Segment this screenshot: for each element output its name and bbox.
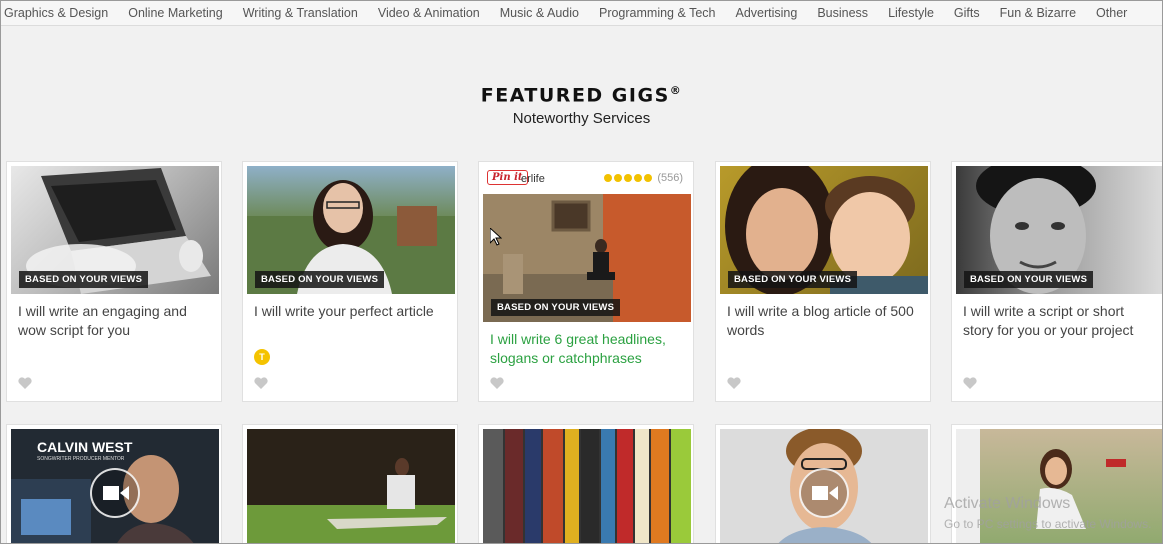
nav-item-advertising[interactable]: Advertising [735, 6, 797, 20]
heart-icon[interactable] [490, 377, 504, 389]
video-camera-icon [103, 486, 129, 500]
nav-item-other[interactable]: Other [1096, 6, 1127, 20]
gig-thumbnail[interactable]: BASED ON YOUR VIEWS [247, 166, 455, 294]
nav-item-programming-tech[interactable]: Programming & Tech [599, 6, 716, 20]
section-title-text: FEATURED GIGS [480, 84, 670, 107]
seller-avatar[interactable]: T [254, 349, 270, 365]
gig-thumbnail[interactable]: BASED ON YOUR VIEWS [11, 166, 219, 294]
gig-card[interactable] [951, 424, 1163, 544]
gig-thumbnail[interactable]: BASED ON YOUR VIEWS [956, 166, 1163, 294]
video-caption-name: CALVIN WEST [37, 439, 133, 455]
star-icon [624, 174, 633, 182]
star-icon [604, 174, 613, 182]
section-title: FEATURED GIGS® [0, 84, 1163, 106]
gig-card[interactable]: BASED ON YOUR VIEWS I will write a blog … [715, 161, 931, 402]
registered-mark: ® [669, 84, 683, 97]
gig-thumbnail[interactable] [956, 429, 1163, 544]
man-on-grass-image [247, 429, 455, 544]
nav-item-lifestyle[interactable]: Lifestyle [888, 6, 934, 20]
nav-item-business[interactable]: Business [817, 6, 868, 20]
gig-thumbnail[interactable] [720, 429, 928, 544]
gig-title[interactable]: I will write a blog article of 500 words [727, 302, 922, 340]
gig-card[interactable]: BASED ON YOUR VIEWS I will write an enga… [6, 161, 222, 402]
gig-title[interactable]: I will write an engaging and wow script … [18, 302, 213, 340]
gig-thumbnail[interactable]: CALVIN WEST SONGWRITER PRODUCER MENTOR [11, 429, 219, 544]
category-nav: Graphics & Design Online Marketing Writi… [0, 0, 1163, 26]
gig-title[interactable]: I will write 6 great headlines, slogans … [490, 330, 685, 368]
heart-icon[interactable] [254, 377, 268, 389]
nav-item-writing-translation[interactable]: Writing & Translation [243, 6, 358, 20]
nav-item-music-audio[interactable]: Music & Audio [500, 6, 579, 20]
video-play-button[interactable] [799, 468, 849, 518]
gig-card[interactable]: BASED ON YOUR VIEWS I will write a scrip… [951, 161, 1163, 402]
video-play-button[interactable] [90, 468, 140, 518]
video-camera-icon [812, 486, 838, 500]
nav-item-graphics-design[interactable]: Graphics & Design [4, 6, 108, 20]
gig-card[interactable] [242, 424, 458, 544]
mouse-cursor-icon [490, 228, 502, 246]
star-icon [644, 174, 653, 182]
featured-gigs-heading: FEATURED GIGS® Noteworthy Services [0, 84, 1163, 127]
section-subtitle: Noteworthy Services [512, 110, 651, 128]
nav-item-gifts[interactable]: Gifts [954, 6, 980, 20]
gig-title[interactable]: I will write a script or short story for… [963, 302, 1158, 340]
based-on-views-badge: BASED ON YOUR VIEWS [255, 271, 385, 288]
gig-thumbnail[interactable]: BASED ON YOUR VIEWS [483, 194, 691, 322]
based-on-views-badge: BASED ON YOUR VIEWS [728, 271, 858, 288]
gig-thumbnail[interactable] [247, 429, 455, 544]
gig-thumbnail[interactable] [483, 429, 691, 544]
gig-card[interactable] [715, 424, 931, 544]
gig-thumbnail[interactable]: BASED ON YOUR VIEWS [720, 166, 928, 294]
gig-title[interactable]: I will write your perfect article [254, 302, 449, 321]
seller-rating: (556) [604, 172, 683, 184]
woman-on-book-image [956, 429, 1126, 544]
star-icon [614, 174, 623, 182]
nav-item-fun-bizarre[interactable]: Fun & Bizarre [1000, 6, 1076, 20]
gig-card[interactable]: Pin it erlife (556) BASED ON YOUR VIEWS … [478, 161, 694, 402]
star-icon [634, 174, 643, 182]
nav-item-online-marketing[interactable]: Online Marketing [128, 6, 223, 20]
nav-item-video-animation[interactable]: Video & Animation [378, 6, 480, 20]
heart-icon[interactable] [963, 377, 977, 389]
rating-count: (556) [657, 172, 683, 184]
gig-card[interactable]: BASED ON YOUR VIEWS I will write your pe… [242, 161, 458, 402]
heart-icon[interactable] [727, 377, 741, 389]
heart-icon[interactable] [18, 377, 32, 389]
gig-card[interactable]: CALVIN WEST SONGWRITER PRODUCER MENTOR [6, 424, 222, 544]
video-caption-role: SONGWRITER PRODUCER MENTOR [37, 456, 125, 462]
based-on-views-badge: BASED ON YOUR VIEWS [19, 271, 149, 288]
based-on-views-badge: BASED ON YOUR VIEWS [964, 271, 1094, 288]
gig-card[interactable] [478, 424, 694, 544]
bookshelf-image [483, 429, 691, 544]
based-on-views-badge: BASED ON YOUR VIEWS [491, 299, 621, 316]
seller-name[interactable]: erlife [521, 173, 545, 185]
